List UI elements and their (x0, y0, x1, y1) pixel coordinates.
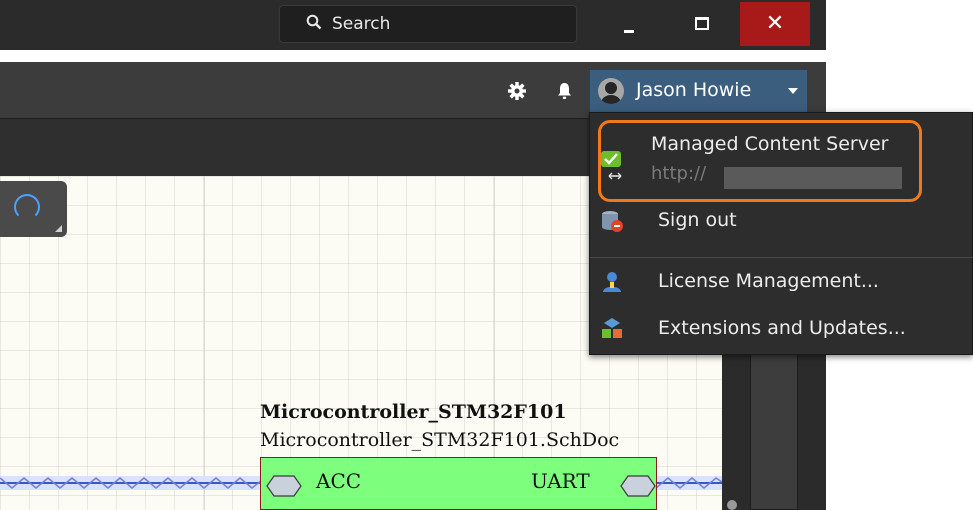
maximize-icon (695, 17, 709, 30)
extensions-icon (602, 318, 622, 338)
menu-item-license-management[interactable]: License Management... (590, 257, 973, 310)
maximize-button[interactable] (672, 2, 732, 46)
user-icon (601, 82, 621, 104)
menu-item-label: Extensions and Updates... (658, 317, 906, 339)
chevron-down-icon (788, 88, 798, 94)
port-label: UART (531, 469, 590, 493)
minimize-button[interactable] (597, 2, 663, 46)
search-box[interactable]: Search (279, 5, 577, 43)
dropdown-corner-icon (55, 225, 62, 232)
busy-indicator (0, 181, 67, 237)
search-icon (306, 14, 322, 30)
user-dropdown-menu: Managed Content Server http:// Sign out … (589, 112, 973, 355)
close-button[interactable]: ✕ (740, 2, 810, 46)
user-name: Jason Howie (636, 79, 752, 101)
sign-out-icon (602, 211, 623, 232)
port-acc-icon[interactable] (266, 475, 302, 497)
bus-wire[interactable] (0, 470, 262, 496)
minimize-icon (624, 30, 634, 33)
scrollbar-thumb[interactable] (727, 500, 737, 510)
menu-item-label: Sign out (658, 209, 737, 231)
bell-icon[interactable] (556, 82, 573, 100)
menu-item-sign-out[interactable]: Sign out (590, 197, 973, 249)
menu-item-extensions-and-updates[interactable]: Extensions and Updates... (590, 305, 973, 357)
gear-icon[interactable] (508, 82, 526, 100)
user-menu-button[interactable]: Jason Howie (590, 70, 807, 112)
avatar (598, 78, 624, 104)
highlight-outline (598, 120, 922, 202)
grid-line (204, 176, 205, 510)
port-uart-icon[interactable] (620, 475, 656, 497)
menu-item-label: License Management... (658, 270, 879, 292)
spinner-icon (14, 194, 40, 220)
search-label: Search (332, 14, 391, 34)
close-icon: ✕ (765, 11, 785, 36)
bus-wire[interactable] (656, 470, 722, 496)
menu-item-managed-content-server[interactable]: Managed Content Server http:// (590, 113, 973, 205)
port-label: ACC (316, 469, 362, 493)
license-icon (603, 272, 621, 292)
sheet-symbol-title: Microcontroller_STM32F101 (260, 401, 567, 423)
sheet-symbol-filename: Microcontroller_STM32F101.SchDoc (260, 429, 620, 451)
